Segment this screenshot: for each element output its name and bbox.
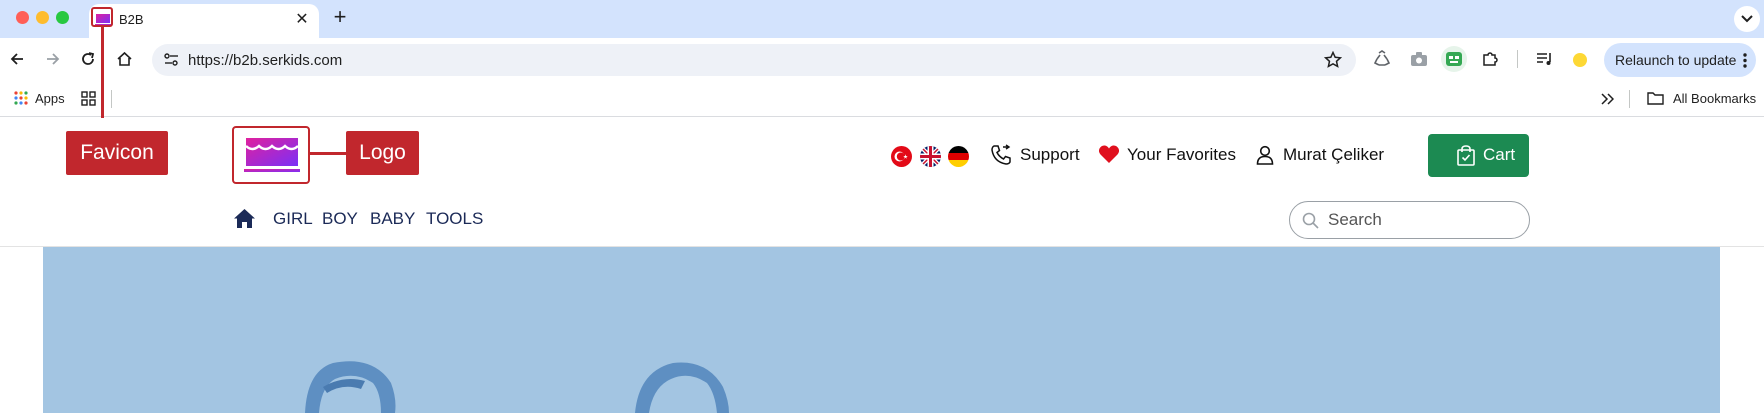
storefront-logo-icon [244,138,300,172]
german-flag-icon[interactable] [948,146,969,167]
home-nav-icon[interactable] [233,208,256,229]
recycle-extension-icon[interactable] [1373,50,1391,68]
url-text[interactable]: https://b2b.serkids.com [188,52,342,69]
minimize-window-button[interactable] [36,11,49,24]
reload-icon[interactable] [80,51,96,67]
folder-icon [1647,92,1664,105]
uk-flag-icon[interactable] [920,146,941,167]
camera-extension-icon[interactable] [1410,51,1428,67]
extensions-puzzle-icon[interactable] [1481,50,1499,68]
browser-tab[interactable]: B2B ✕ [89,4,319,38]
support-link[interactable]: Support [1020,145,1080,165]
favicon-annotation-label: Favicon [66,131,168,175]
bookmarks-bar: Apps All Bookmarks [0,81,1764,117]
nav-item-boy[interactable]: BOY [322,209,358,229]
relaunch-label: Relaunch to update [1615,52,1737,68]
bookmark-separator [111,90,112,108]
robot-extension-icon [1446,52,1462,66]
hero-product-image [305,361,729,413]
nav-item-baby[interactable]: BABY [370,209,415,229]
search-box[interactable] [1289,201,1530,239]
apps-grid-icon [14,91,28,105]
home-icon[interactable] [116,51,133,67]
turkish-flag-icon[interactable] [891,146,912,167]
favorites-link[interactable]: Your Favorites [1127,145,1236,165]
chevron-double-right-icon[interactable] [1601,93,1614,105]
close-tab-icon[interactable]: ✕ [293,9,311,29]
bookmark-separator-2 [1629,90,1630,108]
tab-groups-icon[interactable] [81,91,96,106]
bookmark-star-icon[interactable] [1324,51,1342,69]
logo-annotation-label: Logo [346,131,419,175]
tab-search-button[interactable] [1734,6,1760,32]
site-settings-icon[interactable] [164,53,179,67]
maximize-window-button[interactable] [56,11,69,24]
cart-button[interactable]: Cart [1428,134,1529,177]
media-control-icon[interactable] [1536,51,1554,67]
website-page: Favicon Logo Support Your Favorites Mura… [0,118,1764,413]
cart-label: Cart [1483,145,1516,164]
tab-title: B2B [119,12,144,27]
forward-icon[interactable] [45,51,61,67]
main-navigation: GIRL BOY BABY TOOLS [233,196,493,236]
shopping-bag-icon [1457,145,1475,166]
favicon-highlight-box [91,7,113,27]
profile-avatar[interactable] [1573,53,1587,67]
back-icon[interactable] [9,51,25,67]
active-extension-button[interactable] [1441,46,1467,72]
site-logo[interactable] [232,126,310,184]
user-icon[interactable] [1256,145,1274,165]
close-window-button[interactable] [16,11,29,24]
logo-annotation-line [310,152,348,155]
phone-support-icon[interactable] [990,144,1012,166]
search-input[interactable] [1328,210,1518,230]
user-account-link[interactable]: Murat Çeliker [1283,145,1384,165]
all-bookmarks-button[interactable]: All Bookmarks [1673,91,1756,106]
kebab-menu-icon [1743,53,1747,68]
new-tab-button[interactable]: + [329,5,351,29]
chevron-down-icon [1741,15,1753,23]
browser-tab-strip: B2B ✕ + [0,0,1764,38]
relaunch-button[interactable]: Relaunch to update [1604,43,1756,77]
heart-icon[interactable] [1098,144,1120,164]
nav-item-tools[interactable]: TOOLS [426,209,483,229]
hero-banner[interactable] [43,247,1720,413]
address-bar[interactable]: https://b2b.serkids.com [152,44,1356,76]
nav-item-girl[interactable]: GIRL [273,209,313,229]
browser-toolbar: https://b2b.serkids.com Relaunch to upda… [0,38,1764,81]
search-icon [1302,212,1319,229]
toolbar-separator [1517,50,1518,68]
apps-bookmark[interactable]: Apps [35,91,65,106]
